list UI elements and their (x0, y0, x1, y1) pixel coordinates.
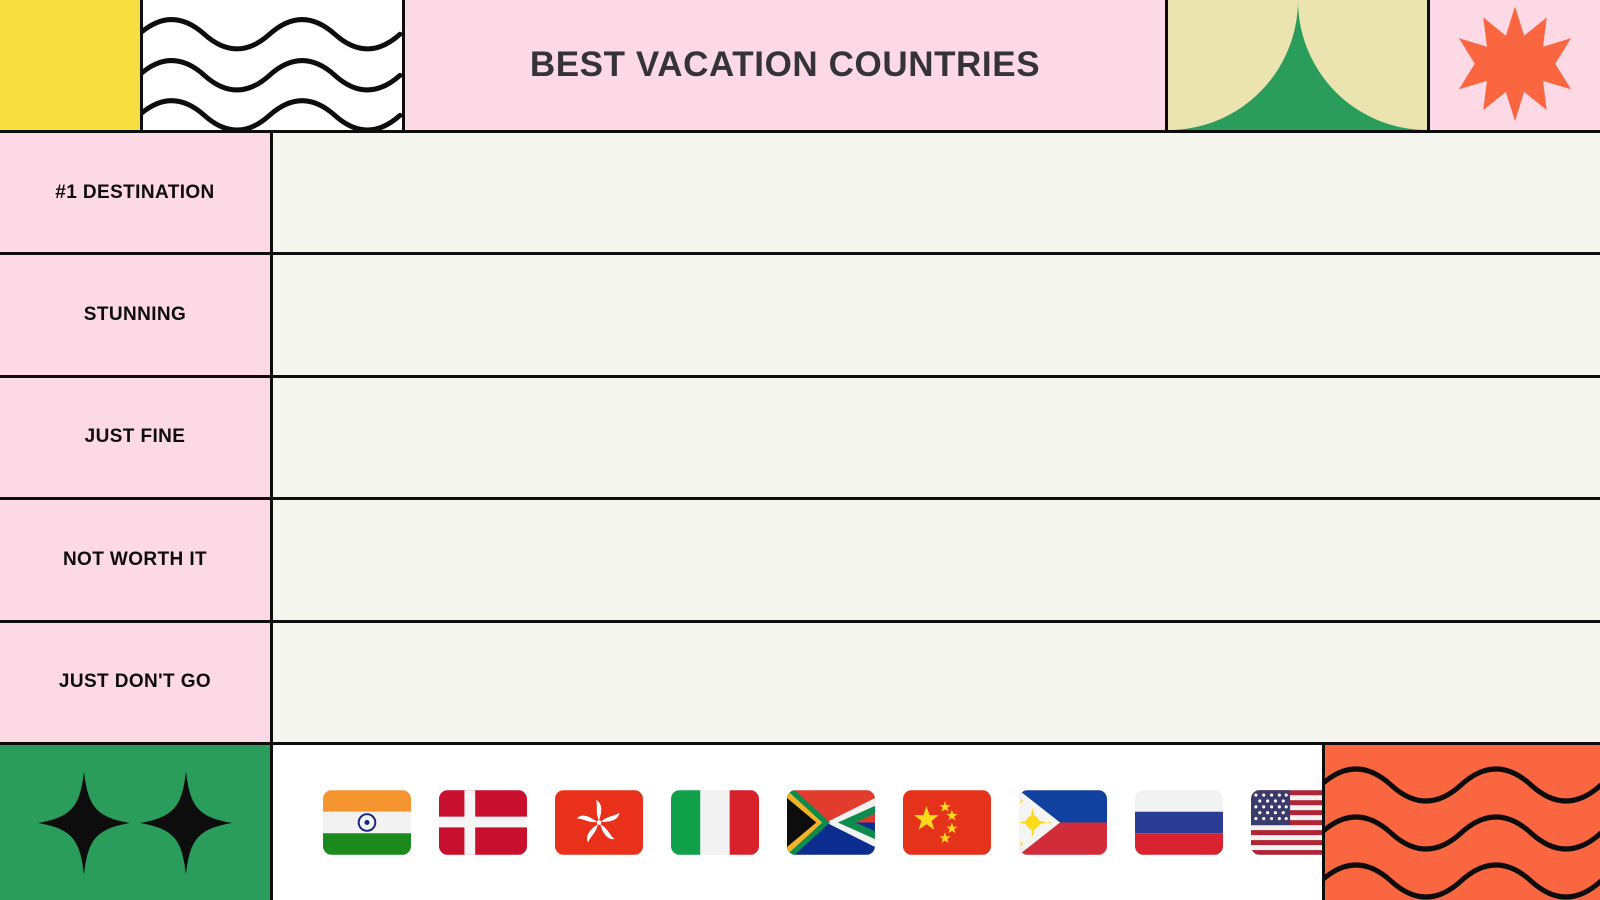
tier-row: JUST DON'T GO (0, 622, 1600, 745)
tier-label-text: #1 DESTINATION (55, 181, 215, 203)
flag-south-africa-icon (787, 790, 875, 855)
ten-point-star-icon (1458, 6, 1572, 122)
flag-chip-philippines[interactable] (1019, 790, 1107, 855)
tier-label-text: NOT WORTH IT (62, 548, 208, 570)
tier-rows: #1 DESTINATION STUNNING JUST FINE NOT WO… (0, 133, 1600, 745)
tier-label-3[interactable]: JUST FINE (0, 377, 273, 498)
flag-chip-italy[interactable] (671, 790, 759, 855)
flag-chip-hong-kong[interactable] (555, 790, 643, 855)
flag-russia-icon (1135, 790, 1223, 855)
leaf-arch-decor (1165, 0, 1430, 130)
tier-dropzone-1[interactable] (273, 133, 1600, 253)
flag-china-icon (903, 790, 991, 855)
tier-dropzone-3[interactable] (273, 377, 1600, 498)
page-title-text: BEST VACATION COUNTRIES (529, 45, 1041, 84)
flag-india-icon (323, 790, 411, 855)
flag-united-states-icon (1251, 790, 1322, 855)
tier-list-app: BEST VACATION COUNTRIES #1 DESTINATION S… (0, 0, 1600, 900)
flag-italy-icon (671, 790, 759, 855)
tier-row: JUST FINE (0, 377, 1600, 501)
flag-chip-russia[interactable] (1135, 790, 1223, 855)
leaf-arch-right-shape (1297, 0, 1427, 130)
flag-hong-kong-icon (555, 790, 643, 855)
wave-lines-decor (143, 0, 405, 130)
tier-row: #1 DESTINATION (0, 133, 1600, 256)
sparkle-star-icon (37, 770, 131, 875)
tier-label-text: JUST DON'T GO (58, 671, 212, 693)
tier-label-text: STUNNING (83, 304, 187, 326)
tier-label-1[interactable]: #1 DESTINATION (0, 133, 273, 253)
footer-bar (0, 745, 1600, 900)
flag-chip-south-africa[interactable] (787, 790, 875, 855)
flag-chip-united-states[interactable] (1251, 790, 1322, 855)
tier-dropzone-2[interactable] (273, 255, 1600, 375)
star-badge-decor (1430, 0, 1600, 130)
flag-philippines-icon (1019, 790, 1107, 855)
tier-row: STUNNING (0, 255, 1600, 378)
tier-label-2[interactable]: STUNNING (0, 255, 273, 375)
flag-chip-china[interactable] (903, 790, 991, 855)
leaf-arch-left-shape (1168, 0, 1298, 130)
tier-label-4[interactable]: NOT WORTH IT (0, 500, 273, 620)
tier-row: NOT WORTH IT (0, 500, 1600, 623)
tier-label-5[interactable]: JUST DON'T GO (0, 622, 273, 742)
page-title: BEST VACATION COUNTRIES (405, 0, 1165, 130)
flag-tray[interactable] (273, 745, 1322, 900)
tier-dropzone-4[interactable] (273, 500, 1600, 620)
header-bar: BEST VACATION COUNTRIES (0, 0, 1600, 133)
flag-denmark-icon (439, 790, 527, 855)
flag-chip-india[interactable] (323, 790, 411, 855)
orange-wave-decor (1322, 745, 1600, 900)
sparkle-star-icon (139, 770, 233, 875)
tier-dropzone-5[interactable] (273, 622, 1600, 742)
sparkle-decor (0, 745, 273, 900)
yellow-block-decor (0, 0, 143, 130)
flag-chip-denmark[interactable] (439, 790, 527, 855)
tier-label-text: JUST FINE (84, 426, 186, 448)
